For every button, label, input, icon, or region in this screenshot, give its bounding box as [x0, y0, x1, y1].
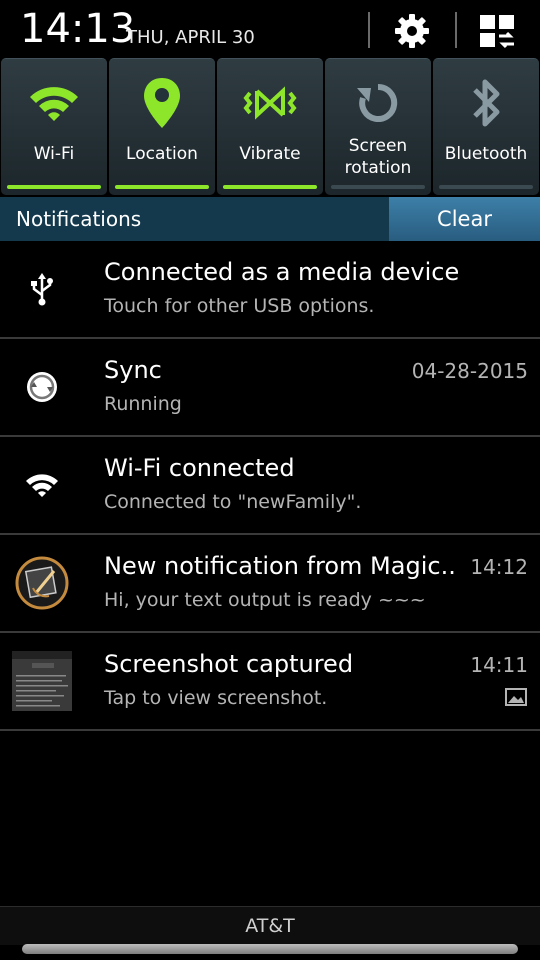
notification-title: Wi-Fi connected	[104, 454, 295, 482]
carrier-label: AT&T	[245, 915, 295, 937]
location-pin-icon	[109, 73, 215, 133]
wifi-icon	[12, 455, 72, 515]
notification-subtitle: Tap to view screenshot.	[104, 687, 328, 709]
notification-magic[interactable]: New notification from Magic.. Hi, your t…	[0, 535, 540, 633]
image-icon	[504, 685, 528, 709]
quick-settings-panel: Wi-Fi Location Vibrate Screen rotation B…	[0, 58, 540, 196]
rotation-icon	[325, 73, 431, 133]
bluetooth-icon	[433, 73, 539, 133]
toggle-location[interactable]: Location	[109, 58, 215, 195]
notification-subtitle: Touch for other USB options.	[104, 295, 375, 317]
notifications-title: Notifications	[16, 207, 142, 231]
usb-icon	[12, 259, 72, 319]
vibrate-icon	[217, 73, 323, 133]
wifi-icon	[1, 73, 107, 133]
toggle-wifi[interactable]: Wi-Fi	[1, 58, 107, 195]
toggle-screen-rotation[interactable]: Screen rotation	[325, 58, 431, 195]
clear-button[interactable]: Clear	[389, 197, 540, 241]
notification-title: Sync	[104, 356, 162, 384]
toggle-indicator	[7, 185, 101, 189]
sync-icon	[12, 357, 72, 417]
notification-usb[interactable]: Connected as a media device Touch for ot…	[0, 241, 540, 339]
carrier-bar: AT&T	[0, 906, 540, 945]
status-header: 14:13 THU, APRIL 30	[0, 0, 540, 60]
notification-time: 04-28-2015	[411, 359, 528, 383]
toggle-label: Bluetooth	[444, 144, 528, 164]
drag-handle[interactable]	[22, 944, 518, 954]
notification-title: Screenshot captured	[104, 650, 354, 678]
magic-app-icon	[12, 553, 72, 613]
notification-screenshot[interactable]: Screenshot captured Tap to view screensh…	[0, 633, 540, 731]
toggle-label: Vibrate	[239, 144, 301, 164]
toggle-vibrate[interactable]: Vibrate	[217, 58, 323, 195]
notification-title: Connected as a media device	[104, 258, 460, 286]
notification-subtitle: Running	[104, 393, 182, 415]
notifications-header: Notifications Clear	[0, 197, 540, 241]
settings-gear-icon[interactable]	[389, 8, 435, 54]
divider	[455, 12, 457, 48]
notification-subtitle: Hi, your text output is ready ~~~	[104, 589, 426, 611]
toggle-label: Location	[126, 144, 198, 164]
date-label: THU, APRIL 30	[126, 27, 255, 48]
toggle-bluetooth[interactable]: Bluetooth	[433, 58, 539, 195]
toggle-indicator	[331, 185, 425, 189]
notification-time: 14:12	[470, 555, 528, 579]
notification-time: 14:11	[470, 653, 528, 677]
divider	[368, 12, 370, 48]
toggle-indicator	[223, 185, 317, 189]
screenshot-thumbnail	[12, 651, 72, 711]
clock-time: 14:13	[20, 6, 136, 52]
toggle-indicator	[439, 185, 533, 189]
notification-sync[interactable]: Sync Running 04-28-2015	[0, 339, 540, 437]
notification-subtitle: Connected to "newFamily".	[104, 491, 362, 513]
notification-wifi[interactable]: Wi-Fi connected Connected to "newFamily"…	[0, 437, 540, 535]
toggle-label: Wi-Fi	[33, 144, 75, 164]
quick-settings-grid-icon[interactable]	[474, 8, 520, 54]
toggle-indicator	[115, 185, 209, 189]
toggle-label: Screen rotation	[344, 136, 412, 178]
notification-list: Connected as a media device Touch for ot…	[0, 241, 540, 731]
notification-title: New notification from Magic..	[104, 552, 456, 580]
